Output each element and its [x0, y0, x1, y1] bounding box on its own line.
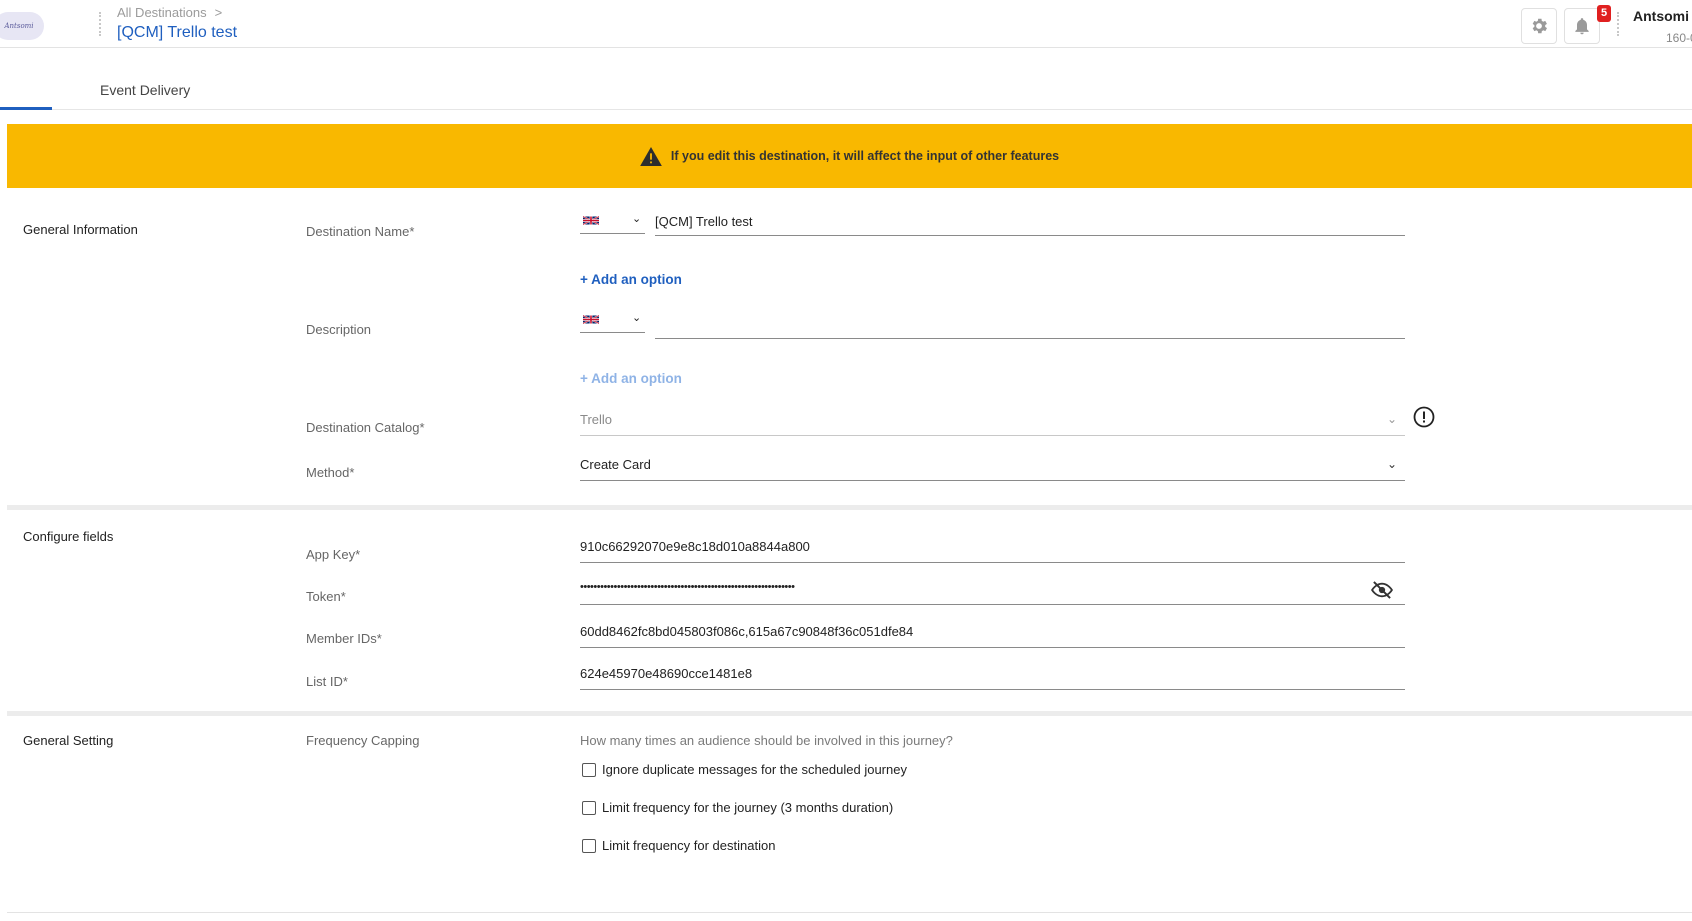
warning-banner: If you edit this destination, it will af… — [7, 124, 1692, 188]
checkbox[interactable] — [582, 838, 596, 853]
method-value: Create Card — [580, 457, 651, 472]
breadcrumb: All Destinations > — [117, 5, 222, 20]
description-input[interactable] — [655, 315, 1405, 339]
method-select[interactable]: Create Card ⌄ — [580, 451, 1405, 481]
method-label: Method* — [306, 465, 355, 480]
checkbox-limit-frequency-destination[interactable]: Limit frequency for destination — [582, 838, 775, 853]
bell-icon — [1575, 18, 1589, 35]
destination-catalog-value: Trello — [580, 412, 613, 427]
chevron-down-icon: ⌄ — [1386, 457, 1397, 471]
destination-catalog-label: Destination Catalog* — [306, 420, 425, 435]
app-key-label: App Key* — [306, 547, 361, 562]
company-logo[interactable]: Antsomi Cavanic — [0, 12, 44, 40]
chevron-down-icon: ⌄ — [1386, 412, 1397, 426]
add-option-button-description[interactable]: + Add an option — [580, 371, 682, 386]
frequency-capping-question: How many times an audience should be inv… — [580, 733, 953, 748]
checkbox-label: Limit frequency for the journey (3 month… — [602, 800, 894, 815]
info-icon[interactable] — [1413, 406, 1435, 428]
notifications-button[interactable] — [1564, 8, 1600, 44]
member-ids-label: Member IDs* — [306, 631, 382, 646]
section-divider — [7, 711, 1692, 716]
checkbox[interactable] — [582, 800, 596, 815]
chevron-right-icon: > — [214, 5, 223, 20]
checkbox-limit-frequency-journey[interactable]: Limit frequency for the journey (3 month… — [582, 800, 893, 815]
checkbox[interactable] — [582, 762, 596, 777]
warning-text: If you edit this destination, it will af… — [670, 149, 1060, 163]
settings-button[interactable] — [1521, 8, 1557, 44]
token-value: ••••••••••••••••••••••••••••••••••••••••… — [580, 581, 795, 593]
breadcrumb-all-destinations[interactable]: All Destinations — [117, 5, 207, 20]
member-ids-input[interactable]: 60dd8462fc8bd045803f086c,615a67c90848f36… — [580, 618, 1405, 648]
section-title-configure-fields: Configure fields — [23, 529, 114, 544]
header-divider-right — [1617, 12, 1619, 36]
destination-name-language-select[interactable]: ⌄ — [580, 212, 645, 234]
checkbox-label: Ignore duplicate messages for the schedu… — [602, 762, 907, 777]
description-label: Description — [306, 322, 372, 337]
chevron-down-icon: ⌄ — [632, 312, 642, 324]
eye-off-icon[interactable] — [1371, 581, 1393, 599]
frequency-capping-label: Frequency Capping — [306, 733, 420, 748]
top-header: Antsomi Cavanic All Destinations > [QCM] … — [0, 0, 1692, 48]
checkbox-ignore-duplicate[interactable]: Ignore duplicate messages for the schedu… — [582, 762, 907, 777]
gear-icon — [1532, 18, 1547, 34]
token-label: Token* — [306, 589, 346, 604]
warning-icon — [640, 146, 662, 166]
app-key-value: 910c66292070e9e8c18d010a8844a800 — [580, 539, 810, 554]
content-bottom-border — [7, 912, 1692, 913]
section-title-general-setting: General Setting — [23, 733, 114, 748]
member-ids-value: 60dd8462fc8bd045803f086c,615a67c90848f36… — [580, 624, 914, 639]
tab-event-delivery[interactable]: Event Delivery — [100, 82, 190, 98]
destination-name-label: Destination Name* — [306, 224, 415, 239]
checkbox-label: Limit frequency for destination — [602, 838, 776, 853]
header-divider — [99, 12, 101, 36]
user-name[interactable]: Antsomi S — [1633, 8, 1692, 24]
destination-name-input[interactable]: [QCM] Trello test — [655, 212, 1405, 236]
list-id-input[interactable]: 624e45970e48690cce1481e8 — [580, 660, 1405, 690]
description-language-select[interactable]: ⌄ — [580, 311, 645, 333]
section-divider — [7, 505, 1692, 510]
user-id: 160-0 — [1666, 31, 1692, 45]
chevron-down-icon: ⌄ — [632, 213, 642, 225]
section-title-general-information: General Information — [23, 222, 138, 237]
tab-bar: g Event Delivery — [0, 60, 1692, 110]
active-tab-indicator — [0, 107, 52, 110]
app-key-input[interactable]: 910c66292070e9e8c18d010a8844a800 — [580, 533, 1405, 563]
uk-flag-icon — [583, 215, 599, 226]
token-input[interactable]: ••••••••••••••••••••••••••••••••••••••••… — [580, 575, 1405, 605]
page-title: [QCM] Trello test — [117, 24, 238, 41]
uk-flag-icon — [583, 314, 599, 325]
notification-count-badge: 5 — [1597, 5, 1611, 22]
add-option-button-destination-name[interactable]: + Add an option — [580, 272, 682, 287]
list-id-value: 624e45970e48690cce1481e8 — [580, 666, 753, 681]
list-id-label: List ID* — [306, 674, 348, 689]
destination-catalog-select[interactable]: Trello ⌄ — [580, 406, 1405, 436]
